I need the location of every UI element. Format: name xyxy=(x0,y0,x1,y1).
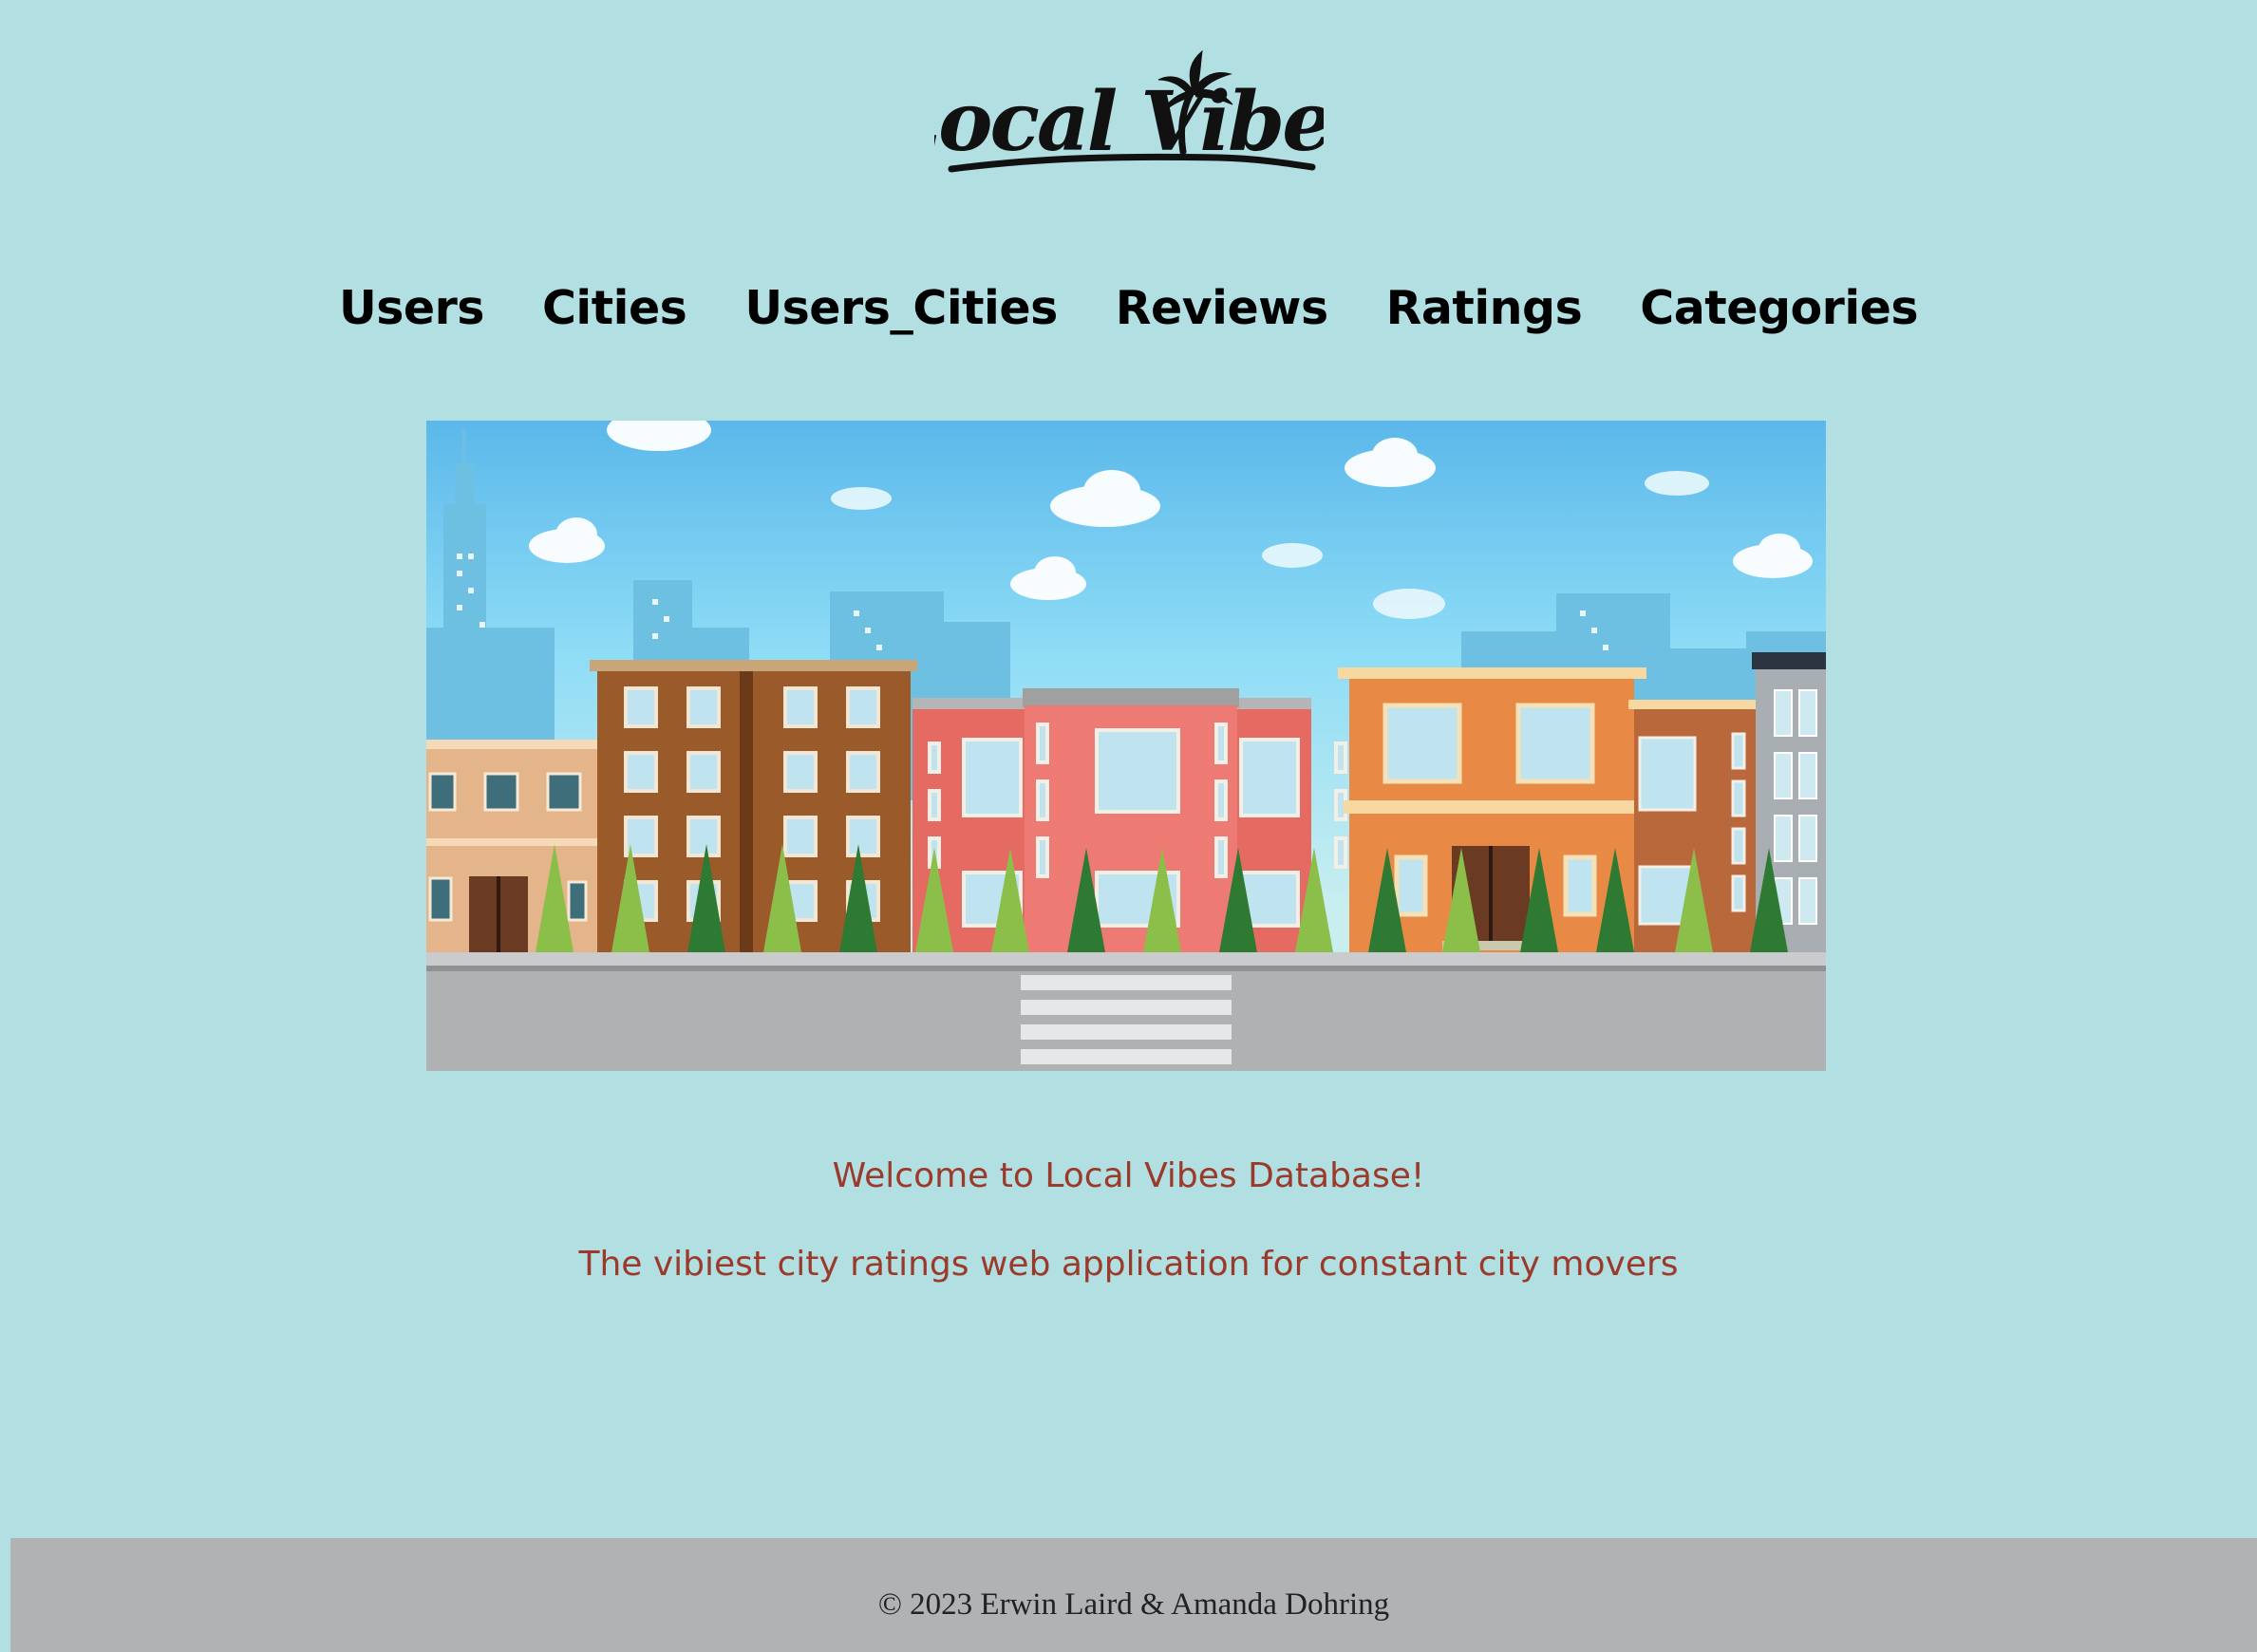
nav-categories[interactable]: Categories xyxy=(1640,281,1918,335)
nav-reviews[interactable]: Reviews xyxy=(1116,281,1328,335)
local-vibes-logo: Local Vibes xyxy=(934,49,1324,173)
nav-users[interactable]: Users xyxy=(339,281,485,335)
city-street-image xyxy=(426,421,1826,1071)
welcome-title: Welcome to Local Vibes Database! xyxy=(832,1156,1425,1195)
nav-users-cities[interactable]: Users_Cities xyxy=(744,281,1058,335)
main-nav: Users Cities Users_Cities Reviews Rating… xyxy=(0,281,2257,335)
welcome-tagline: The vibiest city ratings web application… xyxy=(578,1245,1679,1284)
footer: © 2023 Erwin Laird & Amanda Dohring xyxy=(10,1538,2257,1652)
nav-ratings[interactable]: Ratings xyxy=(1386,281,1583,335)
nav-cities[interactable]: Cities xyxy=(542,281,687,335)
footer-copyright: © 2023 Erwin Laird & Amanda Dohring xyxy=(877,1587,1390,1622)
